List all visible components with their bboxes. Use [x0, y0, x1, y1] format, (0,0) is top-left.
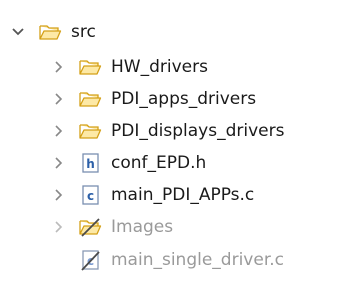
tree-node-hw-drivers[interactable]: HW_drivers: [0, 52, 208, 82]
chevron-right-icon[interactable]: [49, 122, 67, 140]
chevron-right-icon[interactable]: [49, 154, 67, 172]
tree-node-label: main_single_driver.c: [111, 250, 285, 270]
project-explorer-tree: src HW_drivers PDI_apps_drivers PDI_disp…: [0, 0, 351, 293]
chevron-right-icon[interactable]: [49, 218, 67, 236]
c-file-icon: c: [78, 184, 102, 206]
tree-node-pdi-displays-drivers[interactable]: PDI_displays_drivers: [0, 116, 284, 146]
excluded-c-file-icon: c: [78, 249, 102, 271]
excluded-folder-icon: [78, 216, 102, 238]
tree-node-pdi-apps-drivers[interactable]: PDI_apps_drivers: [0, 84, 256, 114]
svg-text:c: c: [87, 189, 94, 203]
folder-icon: [78, 56, 102, 78]
header-file-icon: h: [78, 152, 102, 174]
svg-text:h: h: [86, 157, 95, 171]
folder-icon: [78, 120, 102, 142]
tree-node-images[interactable]: Images: [0, 212, 173, 242]
tree-node-main-single-driver-c[interactable]: c main_single_driver.c: [0, 245, 284, 275]
tree-node-label: PDI_apps_drivers: [111, 89, 257, 109]
open-folder-icon: [38, 21, 62, 43]
tree-node-label: PDI_displays_drivers: [111, 121, 285, 141]
tree-node-label: main_PDI_APPs.c: [111, 185, 255, 205]
tree-node-main-pdi-apps-c[interactable]: c main_PDI_APPs.c: [0, 180, 254, 210]
tree-node-label: HW_drivers: [111, 57, 208, 77]
chevron-down-icon[interactable]: [9, 23, 27, 41]
tree-node-src[interactable]: src: [0, 17, 96, 47]
tree-node-label: src: [71, 22, 96, 42]
chevron-right-icon[interactable]: [49, 58, 67, 76]
tree-node-label: Images: [111, 217, 174, 237]
chevron-right-icon[interactable]: [49, 186, 67, 204]
chevron-right-icon[interactable]: [49, 90, 67, 108]
tree-node-conf-epd-h[interactable]: h conf_EPD.h: [0, 148, 206, 178]
tree-node-label: conf_EPD.h: [111, 153, 207, 173]
folder-icon: [78, 88, 102, 110]
